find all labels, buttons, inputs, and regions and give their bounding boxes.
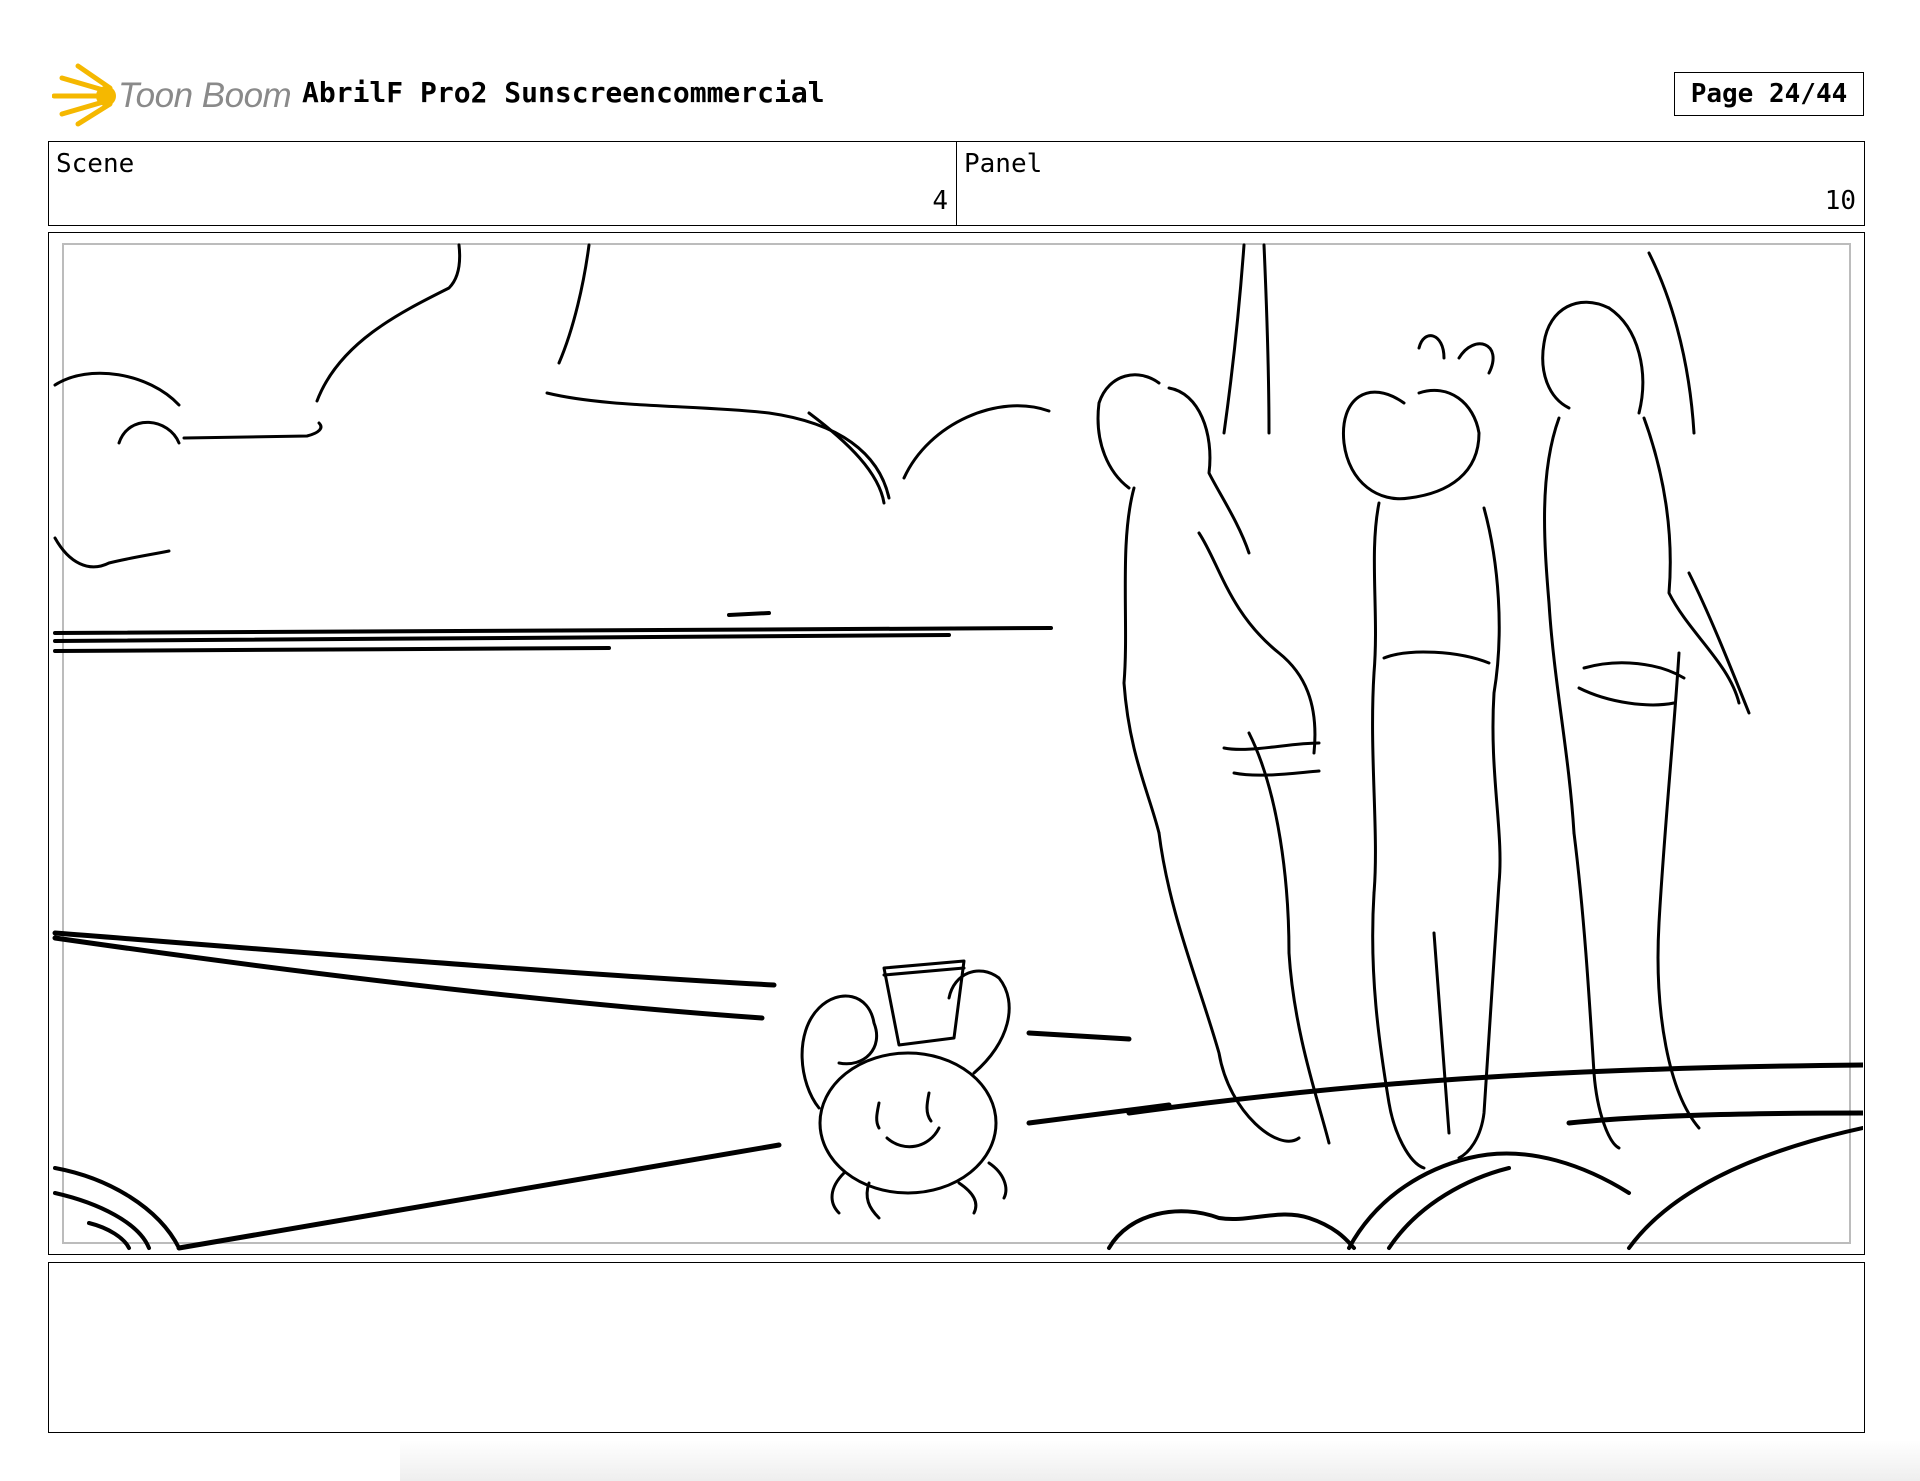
page-label: Page 24/44 [1690, 79, 1848, 109]
panel-notes-area [48, 1262, 1865, 1433]
characters-sketch [1096, 243, 1751, 1170]
scene-number: 4 [932, 186, 948, 216]
toon-boom-logo: Toon Boom [52, 62, 292, 128]
storyboard-sketch [52, 243, 1863, 1251]
scene-cell: Scene 4 [49, 142, 957, 225]
scene-panel-info: Scene 4 Panel 10 [48, 141, 1865, 226]
panel-cell: Panel 10 [957, 142, 1864, 225]
document-title: AbrilF Pro2 Sunscreencommercial [302, 76, 825, 109]
page-shadow [400, 1440, 1920, 1481]
scene-label: Scene [56, 149, 135, 179]
storyboard-panel-frame [48, 232, 1865, 1255]
crab-sketch [800, 959, 1011, 1220]
panel-label: Panel [964, 149, 1043, 179]
starburst-icon [52, 63, 116, 127]
cloud-sketch [53, 243, 1051, 569]
panel-number: 10 [1824, 186, 1856, 216]
bush-sketch [53, 1126, 1863, 1250]
logo-text: Toon Boom [118, 76, 292, 115]
horizon-lines [53, 611, 1053, 653]
page-indicator: Page 24/44 [1674, 72, 1864, 116]
